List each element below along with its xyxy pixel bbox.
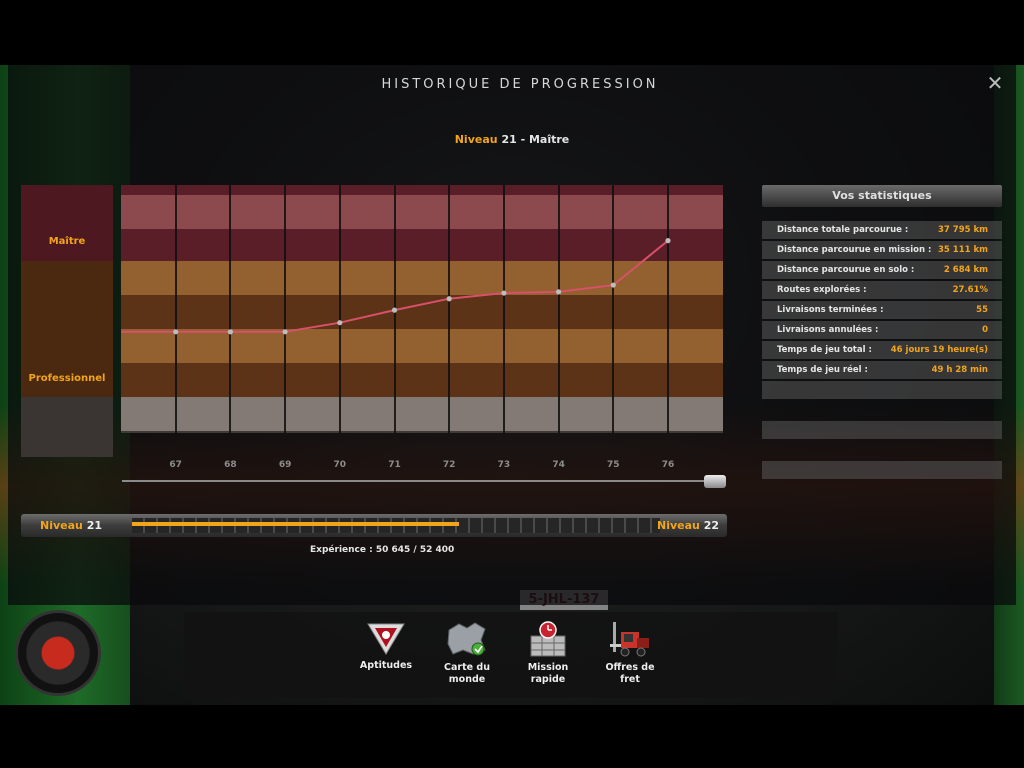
world-map-icon — [447, 622, 486, 656]
world-map-button[interactable]: Carte du monde — [429, 620, 505, 686]
x-tick-label: 67 — [169, 460, 182, 470]
stat-label: Distance totale parcourue : — [777, 225, 909, 235]
tier-label-professional: Professionnel — [28, 373, 106, 384]
stat-row: Livraisons terminées : 55 — [762, 301, 1002, 319]
stat-value: 55 — [976, 305, 988, 315]
stat-row: Distance parcourue en solo : 2 684 km — [762, 261, 1002, 279]
data-point — [282, 329, 288, 335]
xp-next-level: Niveau 22 — [657, 514, 719, 537]
stat-label: Distance parcourue en solo : — [777, 265, 915, 275]
x-tick-label: 73 — [497, 460, 511, 470]
level-rank: Maître — [528, 133, 570, 146]
level-prefix: Niveau — [454, 133, 498, 146]
stats-empty-row — [762, 461, 1002, 479]
stat-label: Temps de jeu réel : — [777, 365, 868, 375]
x-tick-label: 71 — [388, 460, 401, 470]
stat-value: 46 jours 19 heure(s) — [890, 345, 988, 355]
data-point — [173, 329, 179, 335]
stats-empty-row — [762, 421, 1002, 439]
stat-value: 49 h 28 min — [931, 365, 988, 375]
chart-plot — [121, 238, 671, 335]
progression-chart — [121, 185, 723, 433]
data-point — [665, 238, 671, 244]
close-button[interactable]: ✕ — [985, 72, 1005, 94]
x-tick-label: 74 — [552, 460, 565, 470]
stat-label: Routes explorées : — [777, 285, 867, 295]
world-map-label-2: monde — [448, 674, 486, 685]
stat-label: Temps de jeu total : — [777, 345, 872, 355]
stats-title: Vos statistiques — [762, 185, 1002, 207]
stat-value: 37 795 km — [938, 225, 988, 235]
experience-caption: Expérience : 50 645 / 52 400 — [310, 545, 455, 555]
xp-fill — [132, 522, 460, 526]
data-point — [227, 329, 233, 335]
stat-label: Livraisons annulées : — [777, 325, 879, 335]
stat-label: Distance parcourue en mission : — [777, 245, 932, 255]
chart-scroll-thumb[interactable] — [704, 475, 726, 488]
x-tick-label: 76 — [661, 460, 675, 470]
data-point — [446, 296, 452, 302]
series-line — [121, 239, 669, 333]
world-map-label-1: Carte du — [444, 662, 490, 673]
data-point — [337, 320, 343, 326]
tier-band-master — [21, 185, 113, 261]
stat-value: 2 684 km — [943, 265, 988, 275]
quick-job-label-2: rapide — [530, 674, 566, 685]
freight-market-label-1: Offres de — [605, 662, 655, 673]
skills-icon — [367, 623, 405, 655]
stats-empty-row — [762, 381, 1002, 399]
data-point — [391, 307, 398, 313]
experience-bar: Niveau 21 Niveau 22 — [21, 514, 727, 537]
tier-band-lower — [21, 397, 113, 457]
xp-current-level: Niveau 21 — [40, 514, 102, 537]
data-point — [610, 282, 616, 288]
stat-row: Routes explorées : 27.61% — [762, 281, 1002, 299]
freight-market-button[interactable]: Offres de fret — [592, 620, 668, 686]
freight-market-label-2: fret — [620, 674, 640, 685]
truck-wheel — [15, 610, 101, 696]
xp-current-number: 21 — [86, 519, 103, 532]
quick-job-icon — [530, 621, 566, 657]
tier-label-master: Maître — [48, 236, 86, 247]
x-tick-label: 69 — [278, 460, 292, 470]
stat-value: 35 111 km — [938, 245, 988, 255]
data-point — [501, 290, 507, 296]
xp-next-number: 22 — [703, 519, 720, 532]
freight-market-icon — [610, 622, 649, 657]
stat-row: Temps de jeu total : 46 jours 19 heure(s) — [762, 341, 1002, 359]
data-point — [556, 289, 562, 295]
stat-row: Temps de jeu réel : 49 h 28 min — [762, 361, 1002, 379]
stat-row: Livraisons annulées : 0 — [762, 321, 1002, 339]
stat-value: 27.61% — [952, 285, 988, 295]
x-tick-label: 75 — [607, 460, 620, 470]
skills-button[interactable]: Aptitudes — [348, 620, 424, 672]
level-separator: - — [516, 133, 529, 146]
chart-scroll-track[interactable] — [122, 480, 722, 482]
skills-label: Aptitudes — [359, 660, 413, 671]
stat-row: Distance parcourue en mission : 35 111 km — [762, 241, 1002, 259]
x-tick-label: 72 — [442, 460, 456, 470]
current-level-header: Niveau 21 - Maître — [0, 133, 1024, 146]
xp-track — [132, 518, 660, 533]
stat-row: Distance totale parcourue : 37 795 km — [762, 221, 1002, 239]
rank-tiers: Maître Professionnel — [21, 185, 113, 457]
xp-current-label: Niveau — [40, 519, 83, 532]
x-tick-label: 70 — [333, 460, 347, 470]
stat-label: Livraisons terminées : — [777, 305, 884, 315]
stat-value: 0 — [982, 325, 988, 335]
x-tick-label: 68 — [224, 460, 237, 470]
quick-job-button[interactable]: Mission rapide — [510, 620, 586, 686]
dialog-title: HISTORIQUE DE PROGRESSION — [381, 77, 659, 92]
quick-job-label-1: Mission — [527, 662, 569, 673]
level-number: 21 — [501, 133, 517, 146]
xp-next-label: Niveau — [657, 519, 700, 532]
